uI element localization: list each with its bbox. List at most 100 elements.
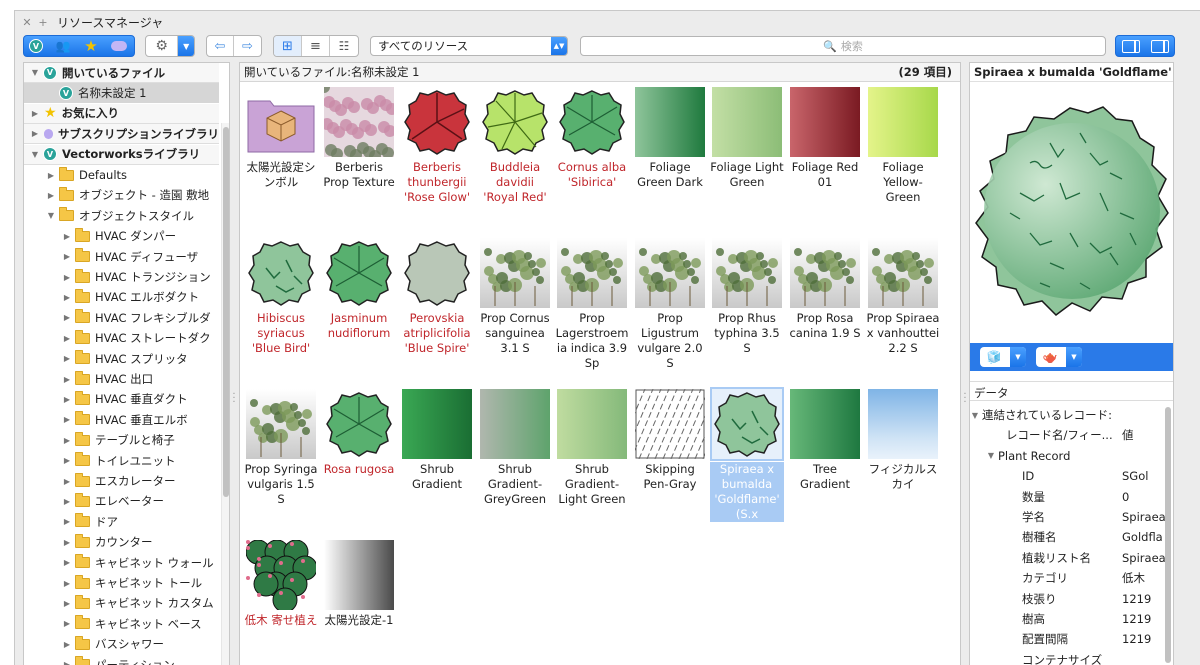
disclosure-closed-icon[interactable]: ▶: [62, 375, 72, 384]
record-row[interactable]: 枝張り 1219: [970, 589, 1165, 609]
resource-item[interactable]: Foliage Red 01: [788, 87, 862, 190]
resource-item[interactable]: Prop Rosa canina 1.9 S: [788, 238, 862, 341]
disclosure-closed-icon[interactable]: ▶: [62, 558, 72, 567]
disclosure-closed-icon[interactable]: ▶: [62, 456, 72, 465]
tree-item[interactable]: ▶ キャビネット ベース: [24, 614, 219, 634]
disclosure-closed-icon[interactable]: ▶: [62, 497, 72, 506]
tree-item[interactable]: ▶ HVAC トランジション: [24, 267, 219, 287]
tree-item[interactable]: ▼ V Vectorworksライブラリ: [24, 144, 219, 165]
disclosure-closed-icon[interactable]: ▶: [62, 334, 72, 343]
disclosure-open-icon[interactable]: ▼: [970, 411, 980, 420]
tree-item[interactable]: ▶ HVAC エルボダクト: [24, 287, 219, 307]
resource-item[interactable]: 太陽光設定シンボル: [244, 87, 318, 190]
record-row[interactable]: 配置間隔 1219: [970, 629, 1165, 649]
detail-view-button[interactable]: ☷: [330, 36, 358, 56]
tree-item[interactable]: ▶ トイレユニット: [24, 451, 219, 471]
tree-item[interactable]: ▶ エレベーター: [24, 491, 219, 511]
data-scrollbar[interactable]: [1164, 405, 1172, 665]
resource-item[interactable]: 太陽光設定-1: [322, 540, 396, 628]
tree-item[interactable]: ▼ オブジェクトスタイル: [24, 206, 219, 226]
tree-item[interactable]: ▶ ドア: [24, 512, 219, 532]
record-row[interactable]: 植栽リスト名 Spiraea: [970, 548, 1166, 568]
disclosure-open-icon[interactable]: ▼: [30, 68, 40, 77]
tree-item[interactable]: ▶ HVAC ダンパー: [24, 226, 219, 246]
tree-scrollbar-thumb[interactable]: [223, 127, 229, 497]
resource-item[interactable]: Hibiscus syriacus 'Blue Bird': [244, 238, 318, 356]
record-row[interactable]: 樹種名 Goldfla: [970, 527, 1165, 547]
disclosure-closed-icon[interactable]: ▶: [62, 436, 72, 445]
library-select[interactable]: すべてのリソース ▲▼: [370, 36, 568, 56]
resource-item[interactable]: Skipping Pen-Gray: [633, 389, 707, 492]
preview-render-button[interactable]: 🫖 ▼: [1036, 347, 1082, 367]
tree-scrollbar[interactable]: [221, 123, 229, 665]
tree-item[interactable]: ▶ HVAC 出口: [24, 369, 219, 389]
resource-item[interactable]: Foliage Light Green: [710, 87, 784, 190]
resource-item[interactable]: 低木 寄せ植え: [244, 540, 318, 628]
back-button[interactable]: ⇦: [207, 36, 235, 56]
forward-button[interactable]: ⇨: [234, 36, 261, 56]
disclosure-closed-icon[interactable]: ▶: [62, 354, 72, 363]
tree-item[interactable]: ▶ HVAC 垂直エルボ: [24, 410, 219, 430]
tree-item[interactable]: ▶ ★ お気に入り: [24, 103, 219, 124]
record-row[interactable]: ▼ 連結されているレコード:: [970, 405, 1165, 425]
tree-item[interactable]: ▶ キャビネット ウォール: [24, 553, 219, 573]
resource-item[interactable]: Foliage Yellow-Green: [866, 87, 940, 205]
tree-item[interactable]: ▶ カウンター: [24, 532, 219, 552]
resource-item[interactable]: Prop Ligustrum vulgare 2.0 S: [633, 238, 707, 371]
resource-item[interactable]: Berberis Prop Texture: [322, 87, 396, 190]
resource-item[interactable]: Cornus alba 'Sibirica': [555, 87, 629, 190]
search-input[interactable]: 🔍 検索: [580, 36, 1106, 56]
record-row[interactable]: 学名 Spiraea: [970, 507, 1166, 527]
disclosure-open-icon[interactable]: ▼: [46, 211, 56, 220]
disclosure-open-icon[interactable]: ▼: [986, 451, 996, 460]
resource-item[interactable]: フィジカルスカイ: [866, 389, 940, 492]
settings-dropdown[interactable]: ⚙ ▼: [145, 35, 195, 57]
record-row[interactable]: 樹高 1219: [970, 609, 1165, 629]
disclosure-closed-icon[interactable]: ▶: [62, 293, 72, 302]
resource-item[interactable]: Shrub Gradient-GreyGreen: [478, 389, 552, 507]
record-row[interactable]: ▼ Plant Record: [970, 446, 1165, 466]
tree-item[interactable]: ▼ V 開いているファイル: [24, 63, 219, 83]
tree-item[interactable]: ▶ バスシャワー: [24, 634, 219, 654]
resource-item[interactable]: Prop Lagerstroemia indica 3.9 Sp: [555, 238, 629, 371]
tree-item[interactable]: ▶ HVAC 垂直ダクト: [24, 389, 219, 409]
tree-item[interactable]: ▶ HVAC ディフューザ: [24, 247, 219, 267]
list-view-button[interactable]: ≡: [302, 36, 330, 56]
resource-item[interactable]: Jasminum nudiflorum: [322, 238, 396, 341]
tree-item[interactable]: ▶ HVAC ストレートダク: [24, 328, 219, 348]
resource-item[interactable]: Berberis thunbergii 'Rose Glow': [400, 87, 474, 205]
tree-item[interactable]: ▶ サブスクリプションライブラリ: [24, 124, 219, 145]
resource-item[interactable]: Shrub Gradient: [400, 389, 474, 492]
resource-item[interactable]: Buddleia davidii 'Royal Red': [478, 87, 552, 205]
tree-item[interactable]: ▶ HVAC フレキシブルダ: [24, 308, 219, 328]
disclosure-closed-icon[interactable]: ▶: [46, 191, 56, 200]
disclosure-closed-icon[interactable]: ▶: [62, 313, 72, 322]
disclosure-open-icon[interactable]: ▼: [30, 150, 40, 159]
tree-item[interactable]: ▶ エスカレーター: [24, 471, 219, 491]
disclosure-closed-icon[interactable]: ▶: [62, 599, 72, 608]
disclosure-closed-icon[interactable]: ▶: [62, 415, 72, 424]
record-row[interactable]: コンテナサイズ: [970, 650, 1165, 665]
disclosure-closed-icon[interactable]: ▶: [62, 660, 72, 665]
left-splitter[interactable]: · · ·: [231, 390, 237, 408]
disclosure-closed-icon[interactable]: ▶: [62, 619, 72, 628]
tree-item[interactable]: V 名称未設定 1: [24, 83, 219, 104]
record-row[interactable]: レコード名/フィー... 値: [970, 425, 1165, 445]
disclosure-closed-icon[interactable]: ▶: [46, 171, 56, 180]
team-filter-button[interactable]: 👥: [48, 36, 78, 56]
resource-item[interactable]: Prop Spiraea x vanhouttei 2.2 S: [866, 238, 940, 356]
plus-icon[interactable]: +: [37, 16, 49, 29]
disclosure-closed-icon[interactable]: ▶: [62, 477, 72, 486]
tree-item[interactable]: ▶ テーブルと椅子: [24, 430, 219, 450]
grid-view-button[interactable]: ⊞: [274, 36, 302, 56]
preview-view-button[interactable]: 🧊 ▼: [980, 347, 1026, 367]
resource-item[interactable]: Prop Cornus sanguinea 3.1 S: [478, 238, 552, 356]
data-scrollbar-thumb[interactable]: [1165, 407, 1171, 663]
tree-item[interactable]: ▶ キャビネット トール: [24, 573, 219, 593]
record-row[interactable]: 数量 0: [970, 487, 1165, 507]
disclosure-closed-icon[interactable]: ▶: [62, 395, 72, 404]
disclosure-closed-icon[interactable]: ▶: [30, 109, 40, 118]
right-splitter[interactable]: · · ·: [962, 390, 968, 408]
disclosure-closed-icon[interactable]: ▶: [62, 232, 72, 241]
cloud-filter-button[interactable]: [104, 36, 134, 56]
